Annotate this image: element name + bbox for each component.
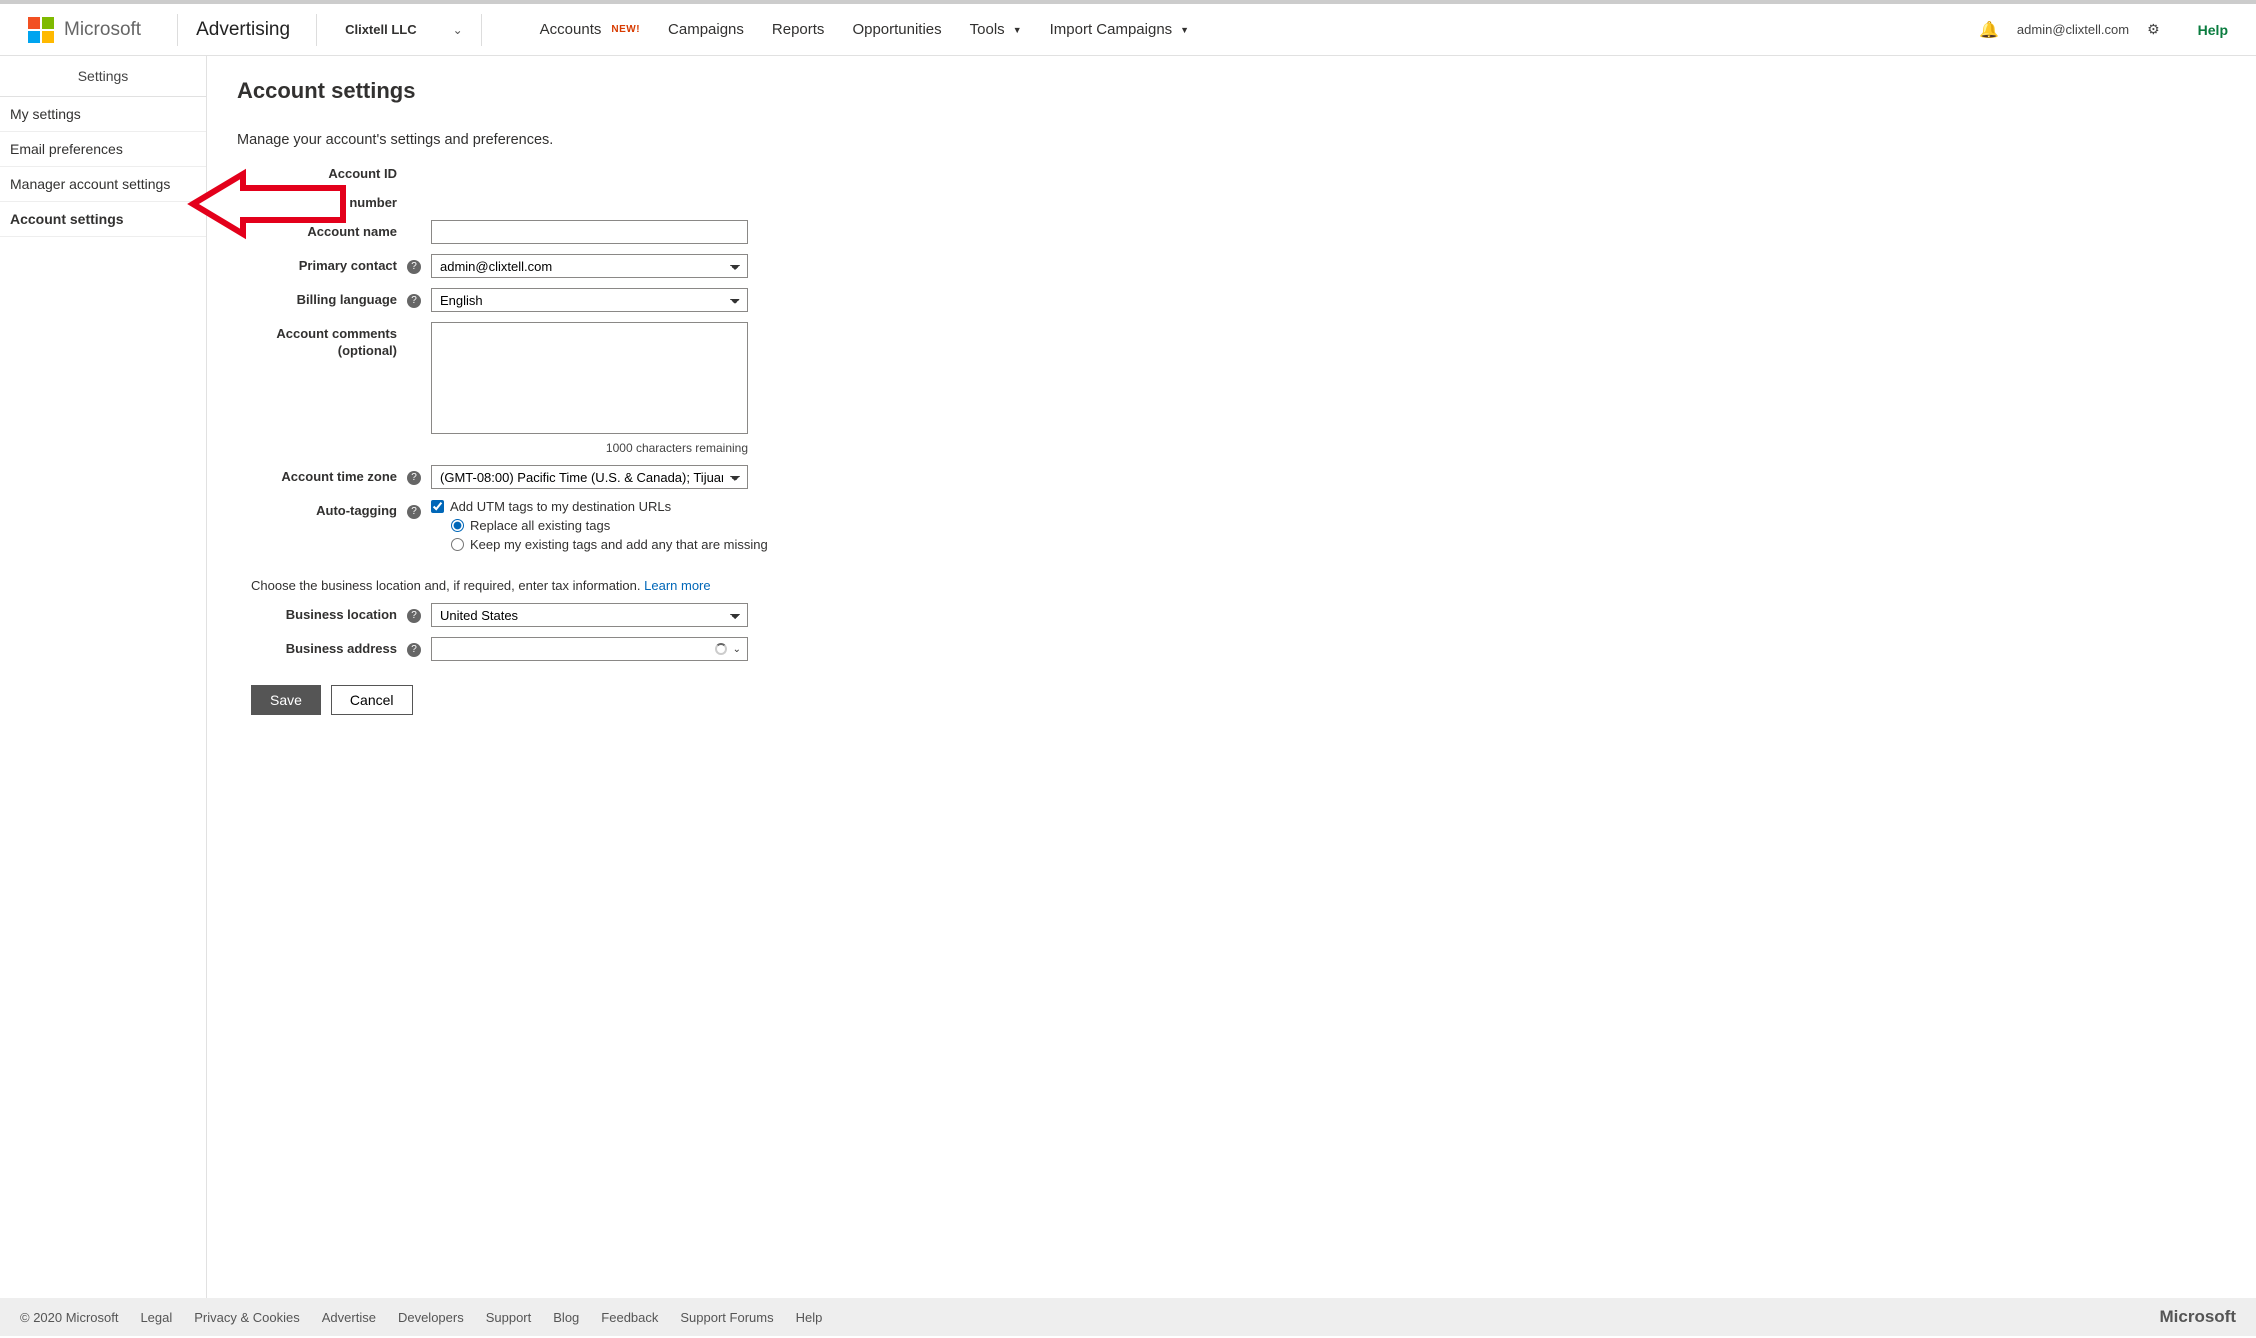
help-icon[interactable]: ? (407, 471, 421, 485)
auto-tag-radio-keep-label: Keep my existing tags and add any that a… (470, 537, 768, 552)
main-nav: Accounts NEW! Campaigns Reports Opportuni… (540, 21, 1189, 38)
nav-accounts[interactable]: Accounts NEW! (540, 21, 640, 38)
business-note-text: Choose the business location and, if req… (251, 578, 644, 593)
footer-microsoft-logo: Microsoft (2160, 1307, 2237, 1327)
footer: © 2020 Microsoft Legal Privacy & Cookies… (0, 1298, 2256, 1336)
sidebar: Settings My settings Email preferences M… (0, 56, 207, 1298)
sidebar-item-manager-account-settings[interactable]: Manager account settings (0, 167, 206, 202)
billing-language-select[interactable]: English (431, 288, 748, 312)
microsoft-logo-icon (28, 17, 54, 43)
nav-label: Accounts (540, 21, 602, 38)
nav-opportunities[interactable]: Opportunities (852, 21, 941, 38)
topbar-right: 🔔 admin@clixtell.com ⚙ Help (1979, 20, 2228, 40)
account-picker-name: Clixtell LLC (345, 22, 417, 37)
help-link[interactable]: Help (2198, 22, 2228, 38)
nav-tools[interactable]: Tools ▼ (970, 21, 1022, 38)
help-icon[interactable]: ? (407, 609, 421, 623)
sidebar-title: Settings (0, 56, 206, 97)
auto-tag-checkbox[interactable] (431, 500, 444, 513)
chevron-down-icon[interactable]: ⌄ (453, 23, 463, 37)
label-primary-contact: Primary contact (237, 254, 407, 273)
auto-tag-radio-keep[interactable] (451, 538, 464, 551)
label-billing-language: Billing language (237, 288, 407, 307)
label-business-address: Business address (237, 637, 407, 656)
chevron-down-icon: ⌄ (733, 644, 741, 655)
label-auto-tagging: Auto-tagging (237, 499, 407, 518)
label-business-location: Business location (237, 603, 407, 622)
shell: Settings My settings Email preferences M… (0, 56, 2256, 1298)
footer-link-support-forums[interactable]: Support Forums (680, 1310, 773, 1325)
page-subtitle: Manage your account's settings and prefe… (237, 132, 2226, 148)
brand-word: Microsoft (64, 19, 141, 41)
divider (316, 14, 317, 46)
auto-tag-checkbox-label: Add UTM tags to my destination URLs (450, 499, 671, 514)
footer-link-blog[interactable]: Blog (553, 1310, 579, 1325)
divider (177, 14, 178, 46)
footer-link-privacy[interactable]: Privacy & Cookies (194, 1310, 299, 1325)
footer-link-help[interactable]: Help (796, 1310, 823, 1325)
bell-icon[interactable]: 🔔 (1979, 20, 1999, 40)
chevron-down-icon: ▼ (1180, 25, 1189, 35)
label-account-comments: Account comments (optional) (237, 322, 407, 360)
footer-link-feedback[interactable]: Feedback (601, 1310, 658, 1325)
save-button[interactable]: Save (251, 685, 321, 715)
gear-icon[interactable]: ⚙ (2147, 21, 2160, 38)
loading-spinner-icon (715, 643, 727, 655)
top-bar: Microsoft Advertising Clixtell LLC ⌄ Acc… (0, 0, 2256, 56)
page-title: Account settings (237, 78, 2226, 104)
help-icon[interactable]: ? (407, 294, 421, 308)
learn-more-link[interactable]: Learn more (644, 578, 710, 593)
timezone-select[interactable]: (GMT-08:00) Pacific Time (U.S. & Canada)… (431, 465, 748, 489)
divider (481, 14, 482, 46)
nav-label: Tools (970, 21, 1005, 38)
auto-tag-radio-replace-label: Replace all existing tags (470, 518, 610, 533)
chevron-down-icon: ▼ (1013, 25, 1022, 35)
footer-link-support[interactable]: Support (486, 1310, 532, 1325)
sidebar-item-email-preferences[interactable]: Email preferences (0, 132, 206, 167)
account-picker[interactable]: Clixtell LLC (345, 22, 417, 37)
footer-link-advertise[interactable]: Advertise (322, 1310, 376, 1325)
nav-import-campaigns[interactable]: Import Campaigns ▼ (1050, 21, 1189, 38)
label-account-number: Account number (237, 191, 407, 210)
primary-contact-select[interactable]: admin@clixtell.com (431, 254, 748, 278)
business-location-select[interactable]: United States (431, 603, 748, 627)
new-badge: NEW! (611, 24, 640, 35)
nav-label: Import Campaigns (1050, 21, 1173, 38)
chars-remaining: 1000 characters remaining (431, 441, 748, 455)
nav-campaigns[interactable]: Campaigns (668, 21, 744, 38)
help-icon[interactable]: ? (407, 260, 421, 274)
business-note: Choose the business location and, if req… (251, 578, 2226, 593)
footer-copyright: © 2020 Microsoft (20, 1310, 118, 1325)
footer-link-developers[interactable]: Developers (398, 1310, 464, 1325)
auto-tag-radio-replace[interactable] (451, 519, 464, 532)
sidebar-item-account-settings[interactable]: Account settings (0, 202, 206, 237)
help-icon[interactable]: ? (407, 643, 421, 657)
product-name[interactable]: Advertising (196, 19, 290, 41)
label-timezone: Account time zone (237, 465, 407, 484)
main-content: Account settings Manage your account's s… (207, 56, 2256, 1298)
sidebar-item-my-settings[interactable]: My settings (0, 97, 206, 132)
nav-reports[interactable]: Reports (772, 21, 825, 38)
account-name-input[interactable] (431, 220, 748, 244)
user-email[interactable]: admin@clixtell.com (2017, 22, 2129, 37)
cancel-button[interactable]: Cancel (331, 685, 413, 715)
help-icon[interactable]: ? (407, 505, 421, 519)
label-account-id: Account ID (237, 162, 407, 181)
business-address-select[interactable]: ⌄ (431, 637, 748, 661)
footer-link-legal[interactable]: Legal (140, 1310, 172, 1325)
account-comments-textarea[interactable] (431, 322, 748, 434)
label-account-name: Account name (237, 220, 407, 239)
